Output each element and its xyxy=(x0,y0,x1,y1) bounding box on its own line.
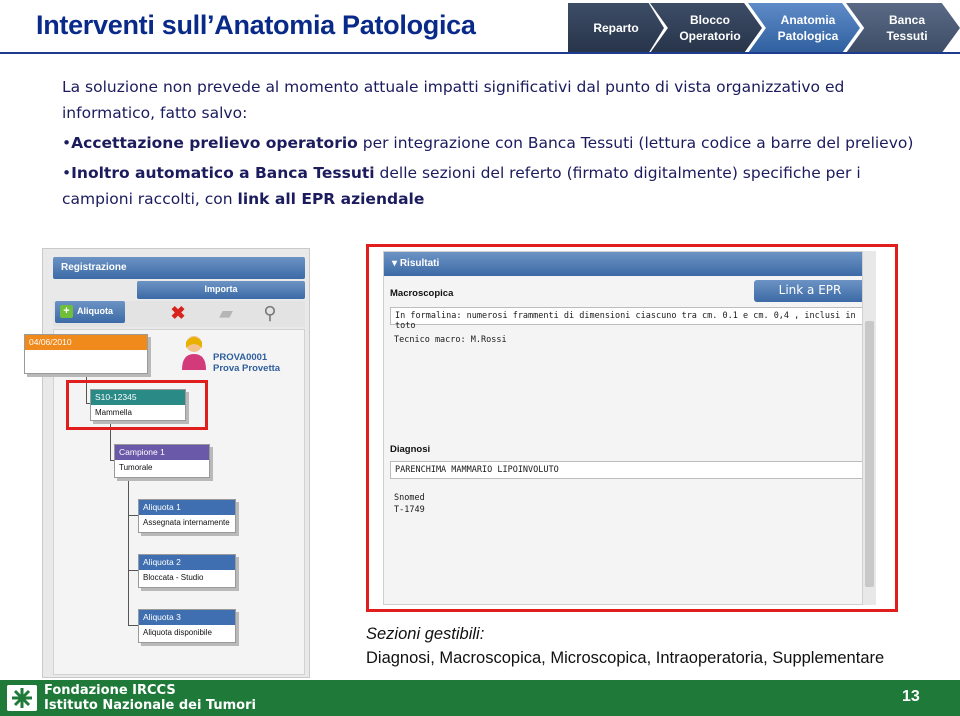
card-subtitle: Assegnata internamente xyxy=(143,518,230,527)
diagnosis-label: Diagnosi xyxy=(390,444,431,455)
institute-logo-icon xyxy=(7,685,37,711)
eraser-icon[interactable]: ▰ xyxy=(215,303,237,323)
card-title: Aliquota 2 xyxy=(139,555,235,570)
snomed-label: Snomed xyxy=(394,493,425,503)
crumb-anatomia-patologica[interactable]: Anatomia Patologica xyxy=(748,3,860,53)
highlight-box xyxy=(66,380,208,430)
aliquot-card[interactable]: Aliquota 1 Assegnata internamente xyxy=(138,499,236,533)
footer-org-line2: Istituto Nazionale dei Tumori xyxy=(44,698,256,713)
snomed-code: T-1749 xyxy=(394,505,425,515)
snomed-block: Snomed T-1749 xyxy=(394,492,425,516)
results-panel: ▾ Risultati Link a EPR Macroscopica In f… xyxy=(383,251,875,605)
delete-icon[interactable]: ✖ xyxy=(167,303,189,323)
sample-card[interactable]: Campione 1 Tumorale xyxy=(114,444,210,478)
tree-connector xyxy=(128,478,138,626)
crumb-reparto[interactable]: Reparto xyxy=(568,3,664,53)
bullet-2-bold: Inoltro automatico a Banca Tessuti xyxy=(71,164,375,182)
bullet-1-bold: Accettazione prelievo operatorio xyxy=(71,134,358,152)
body-text: La soluzione non prevede al momento attu… xyxy=(62,74,932,216)
patient-id: PROVA0001 xyxy=(213,352,268,363)
caption: Sezioni gestibili: Diagnosi, Macroscopic… xyxy=(366,622,884,670)
crumb-blocco-operatorio[interactable]: Blocco Operatorio xyxy=(650,3,762,53)
breadcrumb: Reparto Blocco Operatorio Anatomia Patol… xyxy=(568,3,960,53)
search-icon[interactable]: ⚲ xyxy=(259,303,281,323)
results-header[interactable]: ▾ Risultati xyxy=(384,252,874,276)
footer-org-line1: Fondazione IRCCS xyxy=(44,683,176,698)
import-button[interactable]: Importa xyxy=(137,281,305,299)
add-aliquota-button[interactable]: + Aliquota xyxy=(55,301,125,323)
results-header-label: Risultati xyxy=(399,258,440,269)
card-subtitle: Aliquota disponibile xyxy=(143,628,212,637)
diagnosis-field[interactable]: PARENCHIMA MAMMARIO LIPOINVOLUTO xyxy=(390,461,866,479)
scrollbar-thumb[interactable] xyxy=(865,321,874,587)
link-epr-button[interactable]: Link a EPR xyxy=(754,280,866,302)
bullet-1: •Accettazione prelievo operatorio per in… xyxy=(62,134,914,152)
scrollbar[interactable] xyxy=(862,251,876,605)
macro-label: Macroscopica xyxy=(390,288,454,299)
card-title: Aliquota 3 xyxy=(139,610,235,625)
macro-field[interactable]: In formalina: numerosi frammenti di dime… xyxy=(390,307,866,331)
plus-icon: + xyxy=(60,305,73,318)
aliquot-card[interactable]: Aliquota 2 Bloccata - Studio xyxy=(138,554,236,588)
aliquota-button-label: Aliquota xyxy=(77,306,113,316)
patient-avatar-icon xyxy=(182,336,206,370)
registration-header: Registrazione xyxy=(53,257,305,279)
card-title: Campione 1 xyxy=(115,445,209,460)
results-screenshot: ▾ Risultati Link a EPR Macroscopica In f… xyxy=(366,244,898,612)
slide-title: Interventi sull’Anatomia Patologica xyxy=(36,10,476,40)
caption-title: Sezioni gestibili: xyxy=(366,625,485,643)
patient-name: Prova Provetta xyxy=(213,363,281,374)
bullet-1-text: per integrazione con Banca Tessuti (lett… xyxy=(357,134,914,152)
card-subtitle: Bloccata - Studio xyxy=(143,573,204,582)
patient-info: PROVA0001 Prova Provetta xyxy=(213,352,280,374)
macro-tech-text: Tecnico macro: M.Rossi xyxy=(394,335,507,345)
aliquot-card[interactable]: Aliquota 3 Aliquota disponibile xyxy=(138,609,236,643)
intro-paragraph: La soluzione non prevede al momento attu… xyxy=(62,78,845,122)
header-rule xyxy=(0,52,960,54)
date-card[interactable]: 04/06/2010 xyxy=(24,334,148,374)
page-number: 13 xyxy=(902,688,920,705)
card-subtitle: Tumorale xyxy=(119,463,153,472)
bullet-2-link-text: link all EPR aziendale xyxy=(237,190,425,208)
crumb-banca-tessuti[interactable]: Banca Tessuti xyxy=(846,3,960,53)
bullet-2: •Inoltro automatico a Banca Tessuti dell… xyxy=(62,164,861,208)
date-card-title: 04/06/2010 xyxy=(25,335,147,350)
card-title: Aliquota 1 xyxy=(139,500,235,515)
caption-sections: Diagnosi, Macroscopica, Microscopica, In… xyxy=(366,649,885,667)
